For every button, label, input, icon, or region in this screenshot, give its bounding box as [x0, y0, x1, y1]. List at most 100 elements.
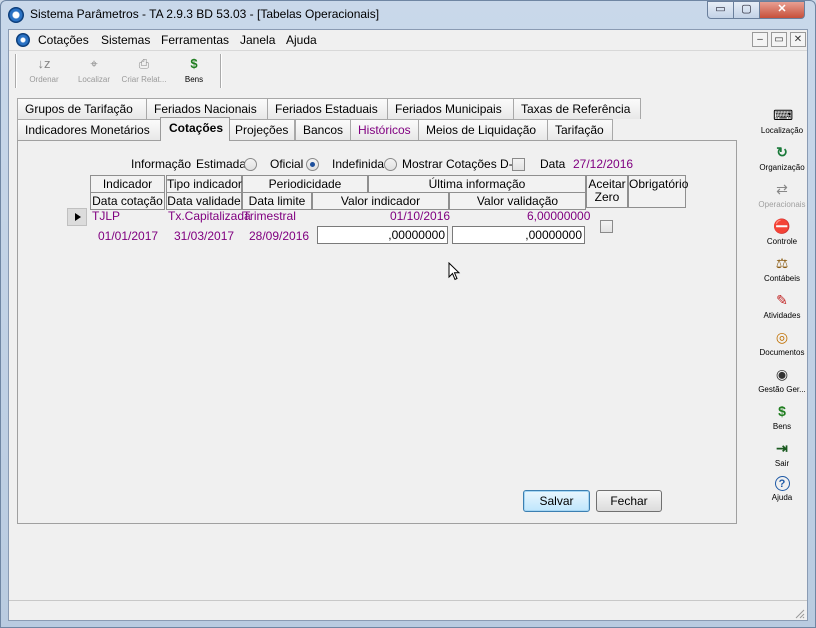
- sidebar-ajuda-button[interactable]: ? Ajuda: [757, 476, 807, 513]
- tab-indicadores-monetarios[interactable]: Indicadores Monetários: [17, 119, 162, 140]
- menu-janela[interactable]: Janela: [240, 33, 275, 47]
- menu-cotacoes[interactable]: Cotações: [38, 33, 89, 47]
- valor-indicador-input[interactable]: ,00000000: [317, 226, 448, 244]
- sidebar-organizacao-button[interactable]: ↻ Organização: [757, 143, 807, 180]
- col-aceitar-zero-header[interactable]: Aceitar Zero: [586, 175, 628, 208]
- oficial-radio[interactable]: [306, 158, 319, 171]
- tab-historicos[interactable]: Históricos: [350, 119, 420, 140]
- oficial-label: Oficial: [270, 157, 304, 171]
- resize-grip-icon[interactable]: [793, 607, 805, 619]
- child-window-icon[interactable]: [16, 33, 30, 47]
- sidebar-bens-button[interactable]: $ Bens: [757, 402, 807, 439]
- app-logo-icon: [8, 7, 24, 23]
- sidebar-documentos-button[interactable]: ◎ Documentos: [757, 328, 807, 365]
- mostrar-d0-label: Mostrar Cotações D-0: [402, 157, 520, 171]
- col-data-limite-header[interactable]: Data limite: [242, 192, 312, 210]
- cell-data-validade[interactable]: 31/03/2017: [174, 229, 234, 243]
- tab-taxas-referencia[interactable]: Taxas de Referência: [513, 98, 641, 119]
- tab-grupos-tarifacao[interactable]: Grupos de Tarifação: [17, 98, 147, 119]
- col-data-cotacao-header[interactable]: Data cotação: [90, 192, 165, 210]
- localizar-button[interactable]: ⌖ Localizar: [69, 55, 119, 89]
- aceitar-zero-checkbox[interactable]: [600, 220, 613, 233]
- cell-indicador[interactable]: TJLP: [92, 209, 120, 223]
- cell-ultimo-valor[interactable]: 6,00000000: [527, 209, 590, 223]
- indefinida-label: Indefinida: [332, 157, 385, 171]
- tab-projecoes[interactable]: Projeções: [227, 119, 295, 140]
- informacao-label: Informação: [131, 157, 192, 171]
- sidebar-sair-button[interactable]: ⇥ Sair: [757, 439, 807, 476]
- toolbar-grip: [15, 54, 17, 88]
- money-bag-icon: $: [778, 403, 786, 419]
- menu-ferramentas[interactable]: Ferramentas: [161, 33, 229, 47]
- close-button[interactable]: ✕: [759, 1, 805, 19]
- help-icon: ?: [774, 476, 790, 491]
- sidebar-contabeis-button[interactable]: ⚖ Contábeis: [757, 254, 807, 291]
- col-tipo-indicador-header[interactable]: Tipo indicador: [166, 175, 242, 193]
- row-selector[interactable]: [67, 208, 87, 226]
- menu-bar: Cotações Sistemas Ferramentas Janela Aju…: [9, 30, 807, 50]
- tab-bancos[interactable]: Bancos: [295, 119, 351, 140]
- tab-tarifacao[interactable]: Tarifação: [547, 119, 613, 140]
- mostrar-d0-checkbox[interactable]: [512, 158, 525, 171]
- valor-validacao-input[interactable]: ,00000000: [452, 226, 585, 244]
- maximize-button[interactable]: ▢: [733, 1, 760, 19]
- menu-sistemas[interactable]: Sistemas: [101, 33, 150, 47]
- status-bar: [9, 600, 807, 620]
- tab-cotacoes[interactable]: Cotações: [160, 117, 230, 141]
- indefinida-radio[interactable]: [384, 158, 397, 171]
- ordenar-button[interactable]: ↓z Ordenar: [19, 55, 69, 89]
- col-valor-indicador-header[interactable]: Valor indicador: [312, 192, 449, 210]
- salvar-button[interactable]: Salvar: [523, 490, 590, 512]
- data-label: Data: [540, 157, 566, 171]
- scales-icon: ⚖: [775, 255, 789, 271]
- estimada-radio[interactable]: [244, 158, 257, 171]
- localizar-label: Localizar: [77, 75, 110, 84]
- sidebar-atividades-label: Atividades: [763, 311, 801, 320]
- sidebar-organizacao-label: Organização: [759, 163, 805, 172]
- tab-feriados-estaduais[interactable]: Feriados Estaduais: [267, 98, 389, 119]
- col-data-validade-header[interactable]: Data validade: [166, 192, 242, 210]
- side-toolbar: ⌨ Localização ↻ Organização ⇄ Operaciona…: [757, 96, 807, 516]
- mdi-restore-button[interactable]: ▭: [771, 32, 787, 47]
- printer-icon: ⎙: [138, 56, 150, 71]
- sidebar-documentos-label: Documentos: [759, 348, 805, 357]
- handshake-icon: ⇄: [776, 181, 788, 197]
- tab-feriados-municipais[interactable]: Feriados Municipais: [387, 98, 514, 119]
- sidebar-atividades-button[interactable]: ✎ Atividades: [757, 291, 807, 328]
- data-value[interactable]: 27/12/2016: [573, 157, 633, 171]
- title-bar: Sistema Parâmetros - TA 2.9.3 BD 53.03 -…: [0, 0, 816, 30]
- window-title: Sistema Parâmetros - TA 2.9.3 BD 53.03 -…: [30, 7, 380, 21]
- tab-feriados-nacionais[interactable]: Feriados Nacionais: [146, 98, 270, 119]
- col-valor-validacao-header[interactable]: Valor validação: [449, 192, 586, 210]
- fechar-button[interactable]: Fechar: [596, 490, 662, 512]
- pencil-icon: ✎: [776, 292, 788, 308]
- cell-ultima-data[interactable]: 01/10/2016: [390, 209, 450, 223]
- mdi-close-button[interactable]: ✕: [790, 32, 806, 47]
- sidebar-controle-button[interactable]: ⛔ Controle: [757, 217, 807, 254]
- sidebar-gestao-button[interactable]: ◉ Gestão Ger...: [757, 365, 807, 402]
- sidebar-localizacao-button[interactable]: ⌨ Localização: [757, 106, 807, 143]
- criar-relatorio-button[interactable]: ⎙ Criar Relat...: [119, 55, 169, 89]
- cell-data-cotacao[interactable]: 01/01/2017: [98, 229, 158, 243]
- sidebar-operacionais-button[interactable]: ⇄ Operacionais: [757, 180, 807, 217]
- sidebar-sair-label: Sair: [774, 459, 790, 468]
- cell-periodicidade[interactable]: Trimestral: [243, 209, 296, 223]
- stop-sign-icon: ⛔: [773, 218, 791, 234]
- toolbar: ↓z Ordenar ⌖ Localizar ⎙ Criar Relat... …: [9, 50, 807, 90]
- bens-toolbar-button[interactable]: $ Bens: [169, 55, 219, 89]
- cell-data-limite[interactable]: 28/09/2016: [249, 229, 309, 243]
- ordenar-label: Ordenar: [29, 75, 59, 84]
- col-indicador-header[interactable]: Indicador: [90, 175, 165, 193]
- minimize-button[interactable]: ▭: [707, 1, 734, 19]
- menu-ajuda[interactable]: Ajuda: [286, 33, 317, 47]
- col-ultima-informacao-header[interactable]: Última informação: [368, 175, 586, 193]
- cell-tipo-indicador[interactable]: Tx.Capitalizada: [168, 209, 251, 223]
- locate-icon: ⌖: [90, 56, 98, 71]
- toolbar-separator: [220, 54, 222, 88]
- mdi-minimize-button[interactable]: –: [752, 32, 768, 47]
- col-periodicidade-header[interactable]: Periodicidade: [242, 175, 368, 193]
- col-obrigatorio-header[interactable]: Obrigatório: [628, 175, 688, 208]
- sidebar-controle-label: Controle: [766, 237, 798, 246]
- refresh-icon: ↻: [776, 144, 788, 160]
- tab-meios-liquidacao[interactable]: Meios de Liquidação: [418, 119, 549, 140]
